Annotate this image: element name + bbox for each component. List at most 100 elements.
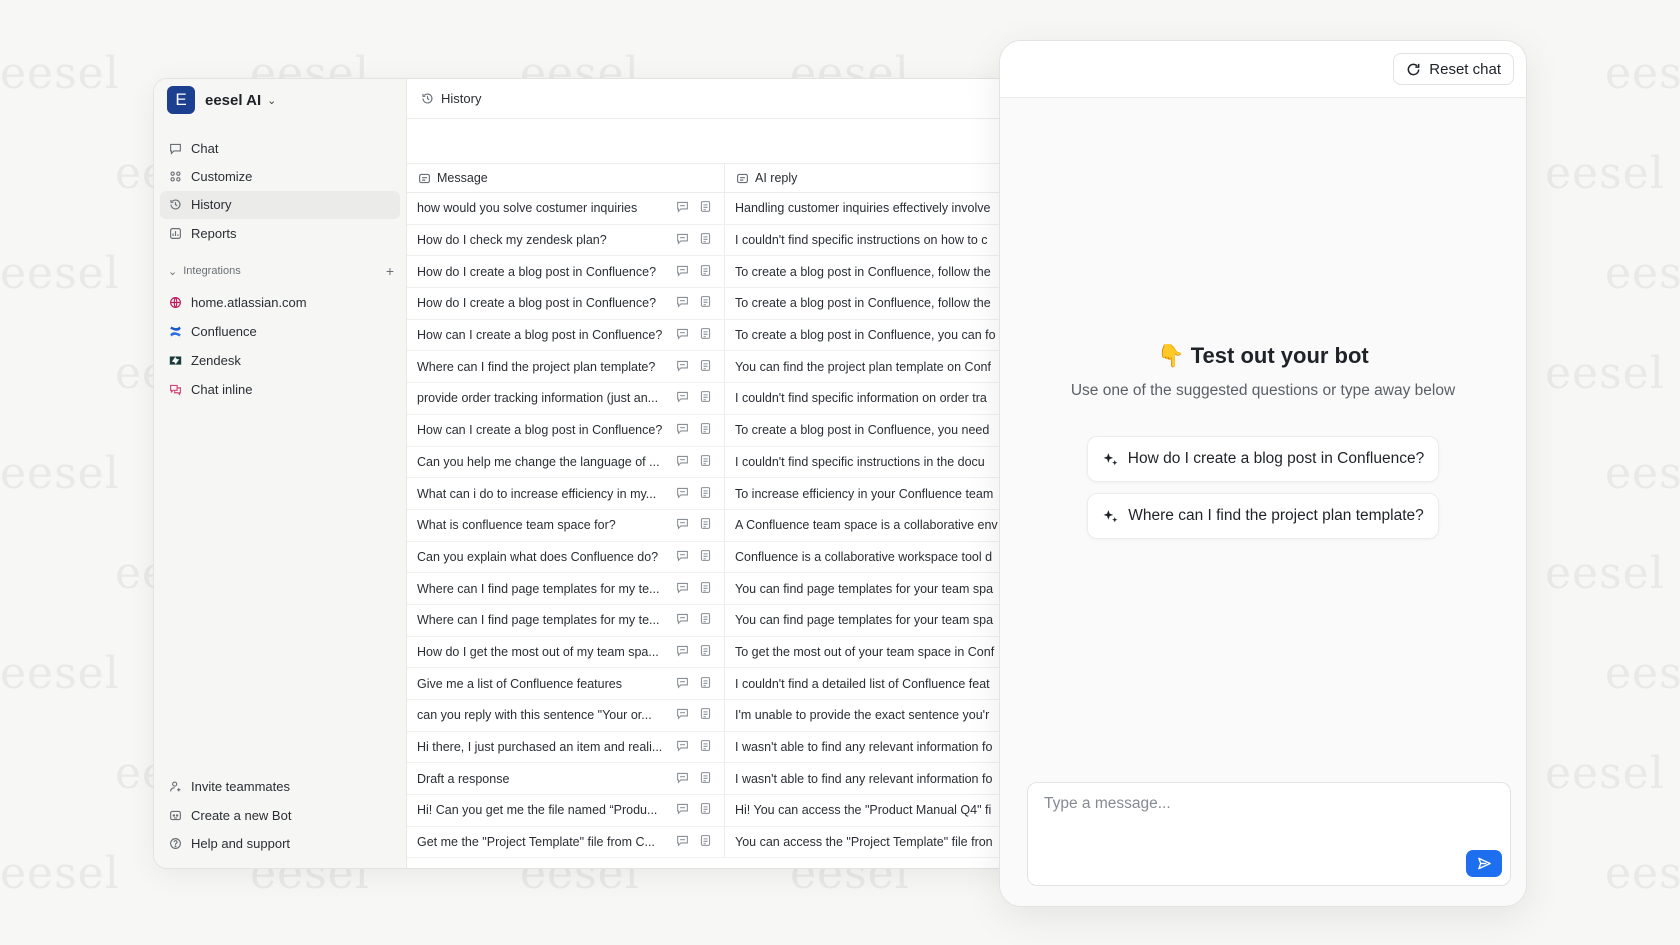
view-conversation-icon[interactable] <box>676 549 689 565</box>
view-sources-icon[interactable] <box>699 676 712 692</box>
view-sources-icon[interactable] <box>699 200 712 216</box>
table-row[interactable]: What can i do to increase efficiency in … <box>407 478 1012 510</box>
view-sources-icon[interactable] <box>699 454 712 470</box>
view-sources-icon[interactable] <box>699 644 712 660</box>
table-row[interactable]: can you reply with this sentence "Your o… <box>407 700 1012 732</box>
view-sources-icon[interactable] <box>699 517 712 533</box>
view-conversation-icon[interactable] <box>676 295 689 311</box>
table-row[interactable]: What is confluence team space for? A Conf… <box>407 509 1012 542</box>
table-row[interactable]: Give me a list of Confluence features I c… <box>407 668 1012 700</box>
view-sources-icon[interactable] <box>699 549 712 565</box>
nav-item-chat[interactable]: Chat <box>160 134 400 162</box>
view-sources-icon[interactable] <box>699 739 712 755</box>
zendesk-icon <box>168 354 182 368</box>
suggestion-button[interactable]: Where can I find the project plan templa… <box>1087 493 1439 539</box>
column-label: Message <box>437 171 488 185</box>
table-row[interactable]: How can I create a blog post in Confluen… <box>407 319 1012 352</box>
view-conversation-icon[interactable] <box>676 232 689 248</box>
message-text: provide order tracking information (just… <box>417 391 659 406</box>
view-sources-icon[interactable] <box>699 422 712 438</box>
table-row[interactable]: How do I create a blog post in Confluenc… <box>407 256 1012 289</box>
message-input[interactable] <box>1044 795 1464 813</box>
ai-reply-text: I couldn't find a detailed list of Confl… <box>735 676 990 691</box>
help-support-button[interactable]: Help and support <box>160 830 400 858</box>
table-row[interactable]: How do I get the most out of my team spa… <box>407 636 1012 669</box>
view-conversation-icon[interactable] <box>676 422 689 438</box>
view-sources-icon[interactable] <box>699 707 712 723</box>
view-sources-icon[interactable] <box>699 327 712 343</box>
chevron-down-icon[interactable]: ⌄ <box>168 265 177 278</box>
view-sources-icon[interactable] <box>699 390 712 406</box>
table-row[interactable]: How do I check my zendesk plan? I couldn'… <box>407 224 1012 257</box>
workspace-switcher[interactable]: E eesel AI ⌄ <box>167 83 276 117</box>
row-actions <box>676 517 712 533</box>
table-row[interactable]: Where can I find page templates for my t… <box>407 573 1012 605</box>
view-sources-icon[interactable] <box>699 264 712 280</box>
message-text: How do I create a blog post in Confluenc… <box>417 296 657 311</box>
table-row[interactable]: provide order tracking information (just… <box>407 383 1012 415</box>
nav-item-history[interactable]: History <box>160 190 400 219</box>
view-sources-icon[interactable] <box>699 802 712 818</box>
message-cell: Can you help me change the language of .… <box>407 446 725 478</box>
ai-reply-text: Hi! You can access the "Product Manual Q… <box>735 803 992 818</box>
table-row[interactable]: how would you solve costumer inquiries Ha… <box>407 193 1012 225</box>
ai-reply-text: You can find the project plan template o… <box>735 359 991 374</box>
message-text: how would you solve costumer inquiries <box>417 201 638 216</box>
view-sources-icon[interactable] <box>699 612 712 628</box>
table-row[interactable]: Can you help me change the language of .… <box>407 446 1012 479</box>
table-row[interactable]: Where can I find page templates for my t… <box>407 604 1012 637</box>
integration-confluence[interactable]: Confluence <box>168 317 398 346</box>
view-conversation-icon[interactable] <box>676 612 689 628</box>
message-text: How do I get the most out of my team spa… <box>417 644 659 659</box>
view-conversation-icon[interactable] <box>676 264 689 280</box>
view-conversation-icon[interactable] <box>676 486 689 502</box>
nav-item-reports[interactable]: Reports <box>160 219 400 247</box>
send-button[interactable] <box>1466 850 1502 877</box>
table-row[interactable]: Draft a response I wasn't able to find an… <box>407 763 1012 796</box>
view-sources-icon[interactable] <box>699 359 712 375</box>
table-row[interactable]: How can I create a blog post in Confluen… <box>407 414 1012 447</box>
create-bot-button[interactable]: Create a new Bot <box>160 801 400 829</box>
view-conversation-icon[interactable] <box>676 327 689 343</box>
column-header-message[interactable]: Message <box>407 164 725 192</box>
invite-teammates-button[interactable]: Invite teammates <box>160 773 400 801</box>
table-row[interactable]: Hi there, I just purchased an item and r… <box>407 731 1012 764</box>
view-conversation-icon[interactable] <box>676 454 689 470</box>
view-conversation-icon[interactable] <box>676 802 689 818</box>
integration-chat-inline[interactable]: Chat inline <box>168 375 398 404</box>
column-header-ai-reply[interactable]: AI reply <box>725 164 797 192</box>
view-sources-icon[interactable] <box>699 232 712 248</box>
reset-chat-button[interactable]: Reset chat <box>1393 53 1514 85</box>
view-sources-icon[interactable] <box>699 486 712 502</box>
integration-zendesk[interactable]: Zendesk <box>168 346 398 375</box>
suggestion-label: How do I create a blog post in Confluenc… <box>1127 450 1425 467</box>
row-actions <box>676 581 712 597</box>
table-row[interactable]: How do I create a blog post in Confluenc… <box>407 288 1012 320</box>
integration-home-atlassian[interactable]: home.atlassian.com <box>168 288 398 317</box>
view-conversation-icon[interactable] <box>676 644 689 660</box>
table-row[interactable]: Get me the "Project Template" file from … <box>407 826 1012 859</box>
view-conversation-icon[interactable] <box>676 200 689 216</box>
view-conversation-icon[interactable] <box>676 771 689 787</box>
view-sources-icon[interactable] <box>699 834 712 850</box>
view-conversation-icon[interactable] <box>676 739 689 755</box>
sparkle-icon <box>1102 508 1119 525</box>
view-conversation-icon[interactable] <box>676 581 689 597</box>
table-row[interactable]: Can you explain what does Confluence do?… <box>407 541 1012 574</box>
view-conversation-icon[interactable] <box>676 390 689 406</box>
watermark-text: eesel <box>0 648 120 699</box>
nav-item-customize[interactable]: Customize <box>160 162 400 190</box>
view-conversation-icon[interactable] <box>676 676 689 692</box>
table-row[interactable]: Where can I find the project plan templa… <box>407 351 1012 384</box>
view-conversation-icon[interactable] <box>676 834 689 850</box>
view-sources-icon[interactable] <box>699 771 712 787</box>
message-composer <box>1027 782 1511 886</box>
suggestion-button[interactable]: How do I create a blog post in Confluenc… <box>1086 436 1440 482</box>
view-sources-icon[interactable] <box>699 295 712 311</box>
view-sources-icon[interactable] <box>699 581 712 597</box>
add-integration-plus-icon[interactable]: + <box>386 263 394 279</box>
table-row[interactable]: Hi! Can you get me the file named “Produ… <box>407 795 1012 827</box>
view-conversation-icon[interactable] <box>676 707 689 723</box>
view-conversation-icon[interactable] <box>676 517 689 533</box>
view-conversation-icon[interactable] <box>676 359 689 375</box>
